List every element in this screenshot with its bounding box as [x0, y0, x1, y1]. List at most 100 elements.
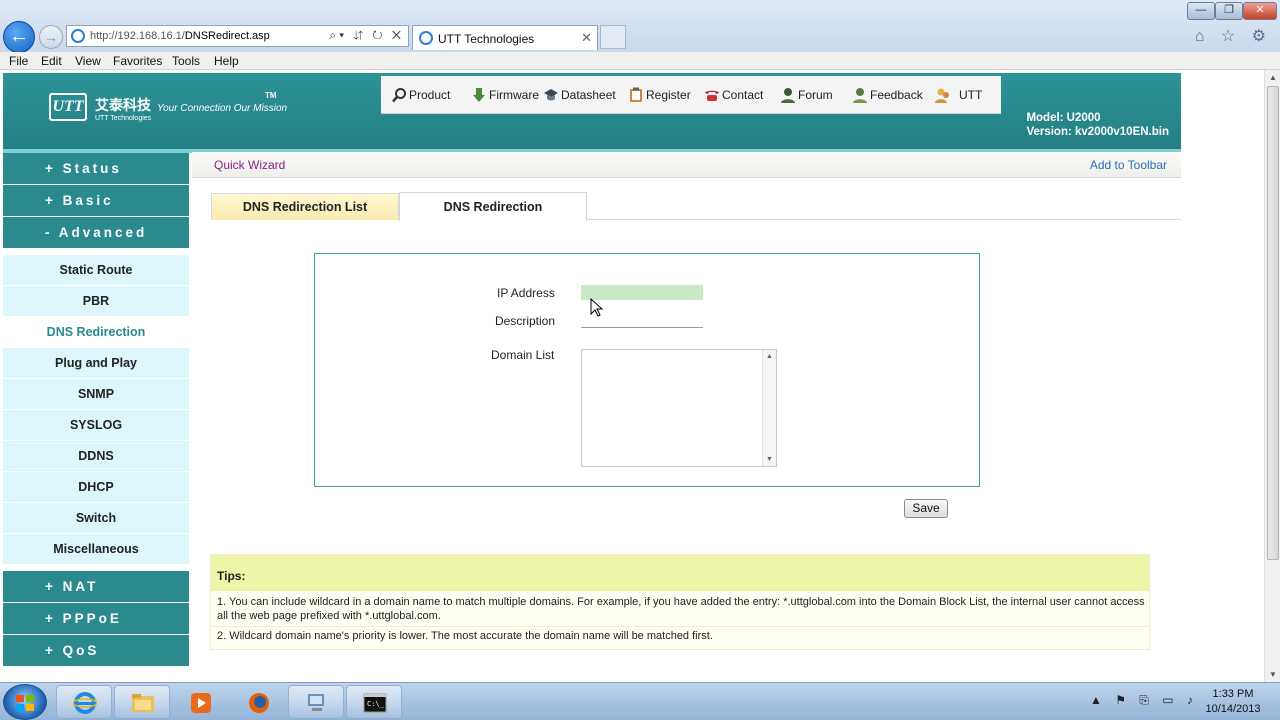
tab-divider — [587, 219, 1181, 220]
download-arrow-icon — [473, 88, 485, 102]
sidebar-section-nat[interactable]: + NAT — [3, 571, 189, 603]
domain-list-textarea[interactable]: ▲ ▼ — [581, 349, 777, 467]
add-to-toolbar-link[interactable]: Add to Toolbar — [1090, 158, 1167, 172]
maximize-button[interactable]: ❐ — [1215, 2, 1243, 20]
sidebar-item-dns-redirection[interactable]: DNS Redirection — [3, 317, 189, 348]
sidebar-item-ddns[interactable]: DDNS — [3, 441, 189, 472]
menu-file[interactable]: File — [9, 54, 28, 68]
utt-logo: UTT 艾泰科技 UTT Technologies Your Connectio… — [49, 91, 287, 122]
taskbar-firefox-button[interactable] — [230, 685, 286, 719]
model-name: Model: U2000 — [1026, 112, 1101, 124]
nav-forum[interactable]: Forum — [780, 87, 833, 103]
nav-forum-label: Forum — [798, 88, 833, 102]
address-url[interactable]: http://192.168.16.1/DNSRedirect.asp — [90, 30, 270, 42]
taskbar-ie-button[interactable] — [56, 685, 112, 719]
internet-explorer-icon — [73, 692, 97, 714]
close-window-button[interactable]: ✕ — [1243, 2, 1277, 20]
graduation-cap-icon — [544, 89, 558, 101]
url-path: DNSRedirect.asp — [184, 30, 270, 42]
nav-product[interactable]: Product — [391, 87, 450, 103]
tab-dns-redirection[interactable]: DNS Redirection — [399, 192, 587, 221]
nav-feedback[interactable]: Feedback — [852, 87, 923, 103]
sidebar-item-static-route[interactable]: Static Route — [3, 255, 189, 286]
nav-utt[interactable]: UTT — [935, 87, 982, 103]
page-scroll-up-icon[interactable]: ▲ — [1269, 73, 1277, 82]
page-scroll-thumb[interactable] — [1267, 86, 1279, 560]
taskbar-clock[interactable]: 1:33 PM 10/14/2013 — [1198, 687, 1268, 717]
menu-favorites[interactable]: Favorites — [113, 54, 162, 68]
page-scroll-down-icon[interactable]: ▼ — [1269, 670, 1277, 679]
url-host: http://192.168.16.1/ — [90, 30, 185, 42]
sidebar-item-dhcp[interactable]: DHCP — [3, 472, 189, 503]
page-viewport: UTT 艾泰科技 UTT Technologies Your Connectio… — [0, 70, 1264, 682]
page-header: UTT 艾泰科技 UTT Technologies Your Connectio… — [3, 73, 1181, 149]
nav-register[interactable]: Register — [628, 87, 691, 103]
taskbar-remote-desktop-button[interactable] — [288, 685, 344, 719]
domain-list-scrollbar[interactable]: ▲ ▼ — [762, 350, 776, 466]
command-prompt-icon: C:\_ — [363, 693, 387, 713]
system-tray-icons[interactable]: ▲ ⚑ ⎘ ▭ ♪ — [1090, 693, 1198, 708]
sidebar-item-syslog[interactable]: SYSLOG — [3, 410, 189, 441]
sidebar-section-status[interactable]: + Status — [3, 153, 189, 185]
nav-datasheet[interactable]: Datasheet — [543, 87, 616, 103]
tip-1: 1. You can include wildcard in a domain … — [217, 596, 1145, 622]
menu-bar: File Edit View Favorites Tools Help — [0, 52, 1280, 70]
address-controls-icon[interactable]: ⌕▾ ⇵ ↻ ✕ — [329, 28, 404, 43]
windows-logo-icon — [16, 695, 34, 711]
menu-edit[interactable]: Edit — [41, 54, 62, 68]
sidebar-section-pppoe[interactable]: + PPPoE — [3, 603, 189, 635]
browser-tab[interactable]: UTT Technologies ✕ — [412, 25, 598, 50]
back-button[interactable]: ← — [3, 21, 35, 53]
media-player-icon — [191, 693, 211, 713]
minimize-button[interactable]: — — [1187, 2, 1215, 20]
tab-close-icon[interactable]: ✕ — [581, 30, 592, 46]
sidebar-section-qos[interactable]: + QoS — [3, 635, 189, 667]
home-favorites-settings-icon[interactable]: ⌂ ☆ ⚙ — [1195, 26, 1272, 46]
nav-register-label: Register — [646, 88, 691, 102]
scroll-down-icon[interactable]: ▼ — [766, 456, 773, 463]
save-button[interactable]: Save — [904, 499, 948, 518]
magnifier-icon — [392, 88, 406, 103]
dns-redirection-form: IP Address Description Domain List ▲ ▼ — [314, 253, 980, 487]
forward-button[interactable]: → — [39, 25, 63, 49]
mouse-cursor-icon — [590, 298, 604, 317]
sidebar-item-switch[interactable]: Switch — [3, 503, 189, 534]
sidebar-section-advanced[interactable]: - Advanced — [3, 217, 189, 249]
browser-chrome: ← → http://192.168.16.1/DNSRedirect.asp … — [0, 0, 1280, 53]
nav-datasheet-label: Datasheet — [561, 88, 616, 102]
menu-view[interactable]: View — [75, 54, 101, 68]
taskbar-explorer-button[interactable] — [114, 685, 170, 719]
nav-firmware[interactable]: Firmware — [471, 87, 539, 103]
firefox-icon — [249, 693, 269, 713]
model-info: Model: U2000 Version: kv2000v10EN.bin — [1026, 111, 1169, 139]
clipboard-icon — [630, 87, 642, 102]
tab-dns-redirection-list[interactable]: DNS Redirection List — [211, 193, 399, 220]
top-nav: Product Firmware Datasheet Register Cont… — [381, 76, 1001, 114]
menu-help[interactable]: Help — [214, 54, 239, 68]
sidebar-item-miscellaneous[interactable]: Miscellaneous — [3, 534, 189, 565]
taskbar-cmd-button[interactable]: C:\_ — [346, 685, 402, 719]
menu-tools[interactable]: Tools — [172, 54, 200, 68]
tab-favicon-icon — [419, 31, 433, 45]
quick-wizard-link[interactable]: Quick Wizard — [214, 158, 285, 172]
sidebar-item-plug-and-play[interactable]: Plug and Play — [3, 348, 189, 379]
scroll-up-icon[interactable]: ▲ — [766, 353, 773, 360]
page-scrollbar[interactable]: ▲ ▼ — [1264, 70, 1280, 682]
sidebar-item-pbr[interactable]: PBR — [3, 286, 189, 317]
nav-contact[interactable]: Contact — [704, 87, 763, 103]
computer-icon — [308, 694, 324, 711]
logo-en: UTT Technologies — [95, 115, 152, 122]
sidebar-section-basic[interactable]: + Basic — [3, 185, 189, 217]
ip-address-label: IP Address — [497, 286, 555, 300]
tips-title: Tips: — [217, 569, 246, 583]
sidebar-item-snmp[interactable]: SNMP — [3, 379, 189, 410]
address-bar[interactable]: http://192.168.16.1/DNSRedirect.asp ⌕▾ ⇵… — [66, 25, 409, 47]
tab-title: UTT Technologies — [438, 32, 535, 46]
new-tab-button[interactable] — [600, 25, 626, 49]
ie-favicon-icon — [71, 29, 85, 43]
tips-panel: Tips: 1. You can include wildcard in a d… — [210, 554, 1150, 650]
clock-time: 1:33 PM — [1212, 688, 1254, 700]
people-icon — [935, 88, 949, 103]
taskbar-media-player-button[interactable] — [172, 685, 228, 719]
start-button[interactable] — [3, 684, 47, 720]
